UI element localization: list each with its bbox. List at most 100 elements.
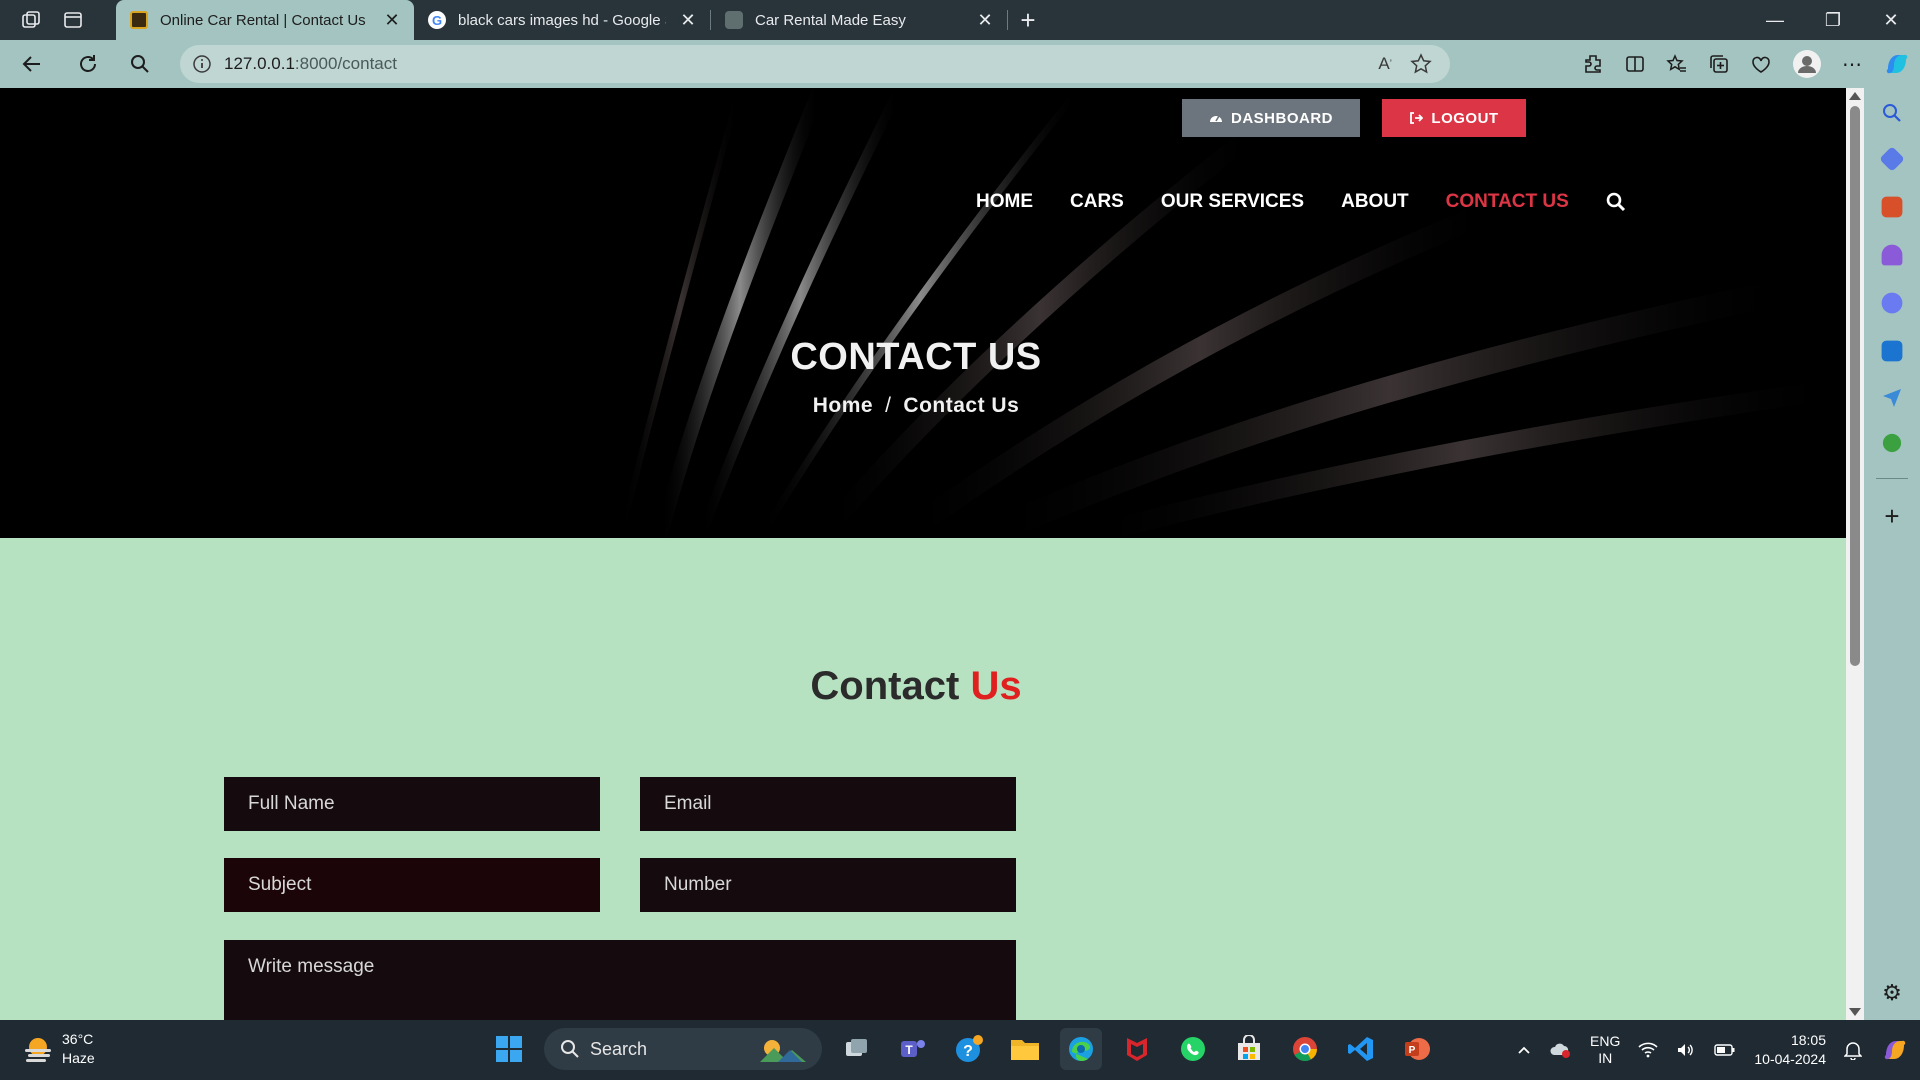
site-info-icon[interactable] bbox=[180, 54, 224, 74]
language-indicator[interactable]: ENG IN bbox=[1590, 1033, 1620, 1067]
minimize-button[interactable]: — bbox=[1746, 0, 1804, 40]
copilot-icon[interactable] bbox=[1882, 49, 1912, 79]
main-navigation: HOME CARS OUR SERVICES ABOUT CONTACT US bbox=[976, 191, 1626, 213]
svg-text:P: P bbox=[1409, 1045, 1416, 1056]
region-code: IN bbox=[1598, 1050, 1613, 1066]
url-text[interactable]: 127.0.0.1:8000/contact bbox=[224, 54, 1378, 74]
page-scrollbar[interactable] bbox=[1846, 88, 1864, 1020]
nav-our-services[interactable]: OUR SERVICES bbox=[1161, 191, 1304, 213]
message-textarea[interactable]: Write message bbox=[224, 940, 1016, 1020]
sidebar-settings-icon[interactable]: ⚙ bbox=[1882, 980, 1902, 1006]
restore-button[interactable]: ❐ bbox=[1804, 0, 1862, 40]
sidebar-copilot-icon[interactable] bbox=[1881, 292, 1903, 314]
get-help-icon[interactable]: ? bbox=[948, 1028, 990, 1070]
search-tab-icon[interactable] bbox=[116, 44, 164, 84]
copilot-taskbar-icon[interactable] bbox=[1880, 1035, 1910, 1065]
sidebar-send-icon[interactable] bbox=[1881, 386, 1903, 408]
edge-browser-icon[interactable] bbox=[1060, 1028, 1102, 1070]
tabstrip-leading bbox=[0, 0, 116, 40]
close-window-button[interactable]: ✕ bbox=[1862, 0, 1920, 40]
windows-start-icon[interactable] bbox=[488, 1028, 530, 1070]
taskbar-search-box[interactable]: Search bbox=[544, 1028, 822, 1070]
browser-toolbar: 127.0.0.1:8000/contact Aʼ ⋯ bbox=[0, 40, 1920, 88]
taskbar-search-label: Search bbox=[590, 1038, 648, 1059]
tab-title: Online Car Rental | Contact Us bbox=[160, 11, 366, 29]
dashboard-gauge-icon bbox=[1209, 111, 1223, 125]
close-tab-icon[interactable]: ✕ bbox=[382, 10, 402, 31]
tab-actions-icon[interactable] bbox=[62, 9, 84, 31]
tab-google-search[interactable]: G black cars images hd - Google Se ✕ bbox=[414, 0, 710, 40]
microsoft-store-icon[interactable] bbox=[1228, 1028, 1270, 1070]
number-field[interactable]: Number bbox=[640, 858, 1016, 912]
sidebar-tools-icon[interactable] bbox=[1881, 196, 1903, 218]
mcafee-icon[interactable] bbox=[1116, 1028, 1158, 1070]
collections-icon[interactable] bbox=[1708, 53, 1730, 75]
scroll-thumb[interactable] bbox=[1850, 106, 1860, 666]
back-button[interactable] bbox=[8, 44, 56, 84]
sidebar-separator bbox=[1876, 478, 1908, 479]
wifi-icon[interactable] bbox=[1638, 1042, 1658, 1058]
tab-title: black cars images hd - Google Se bbox=[458, 11, 666, 29]
new-tab-button[interactable]: + bbox=[1008, 0, 1048, 40]
sidebar-add-icon[interactable]: + bbox=[1884, 501, 1899, 532]
scroll-down-arrow[interactable] bbox=[1849, 1008, 1861, 1016]
teams-icon[interactable]: T bbox=[892, 1028, 934, 1070]
tab-online-car-rental[interactable]: Online Car Rental | Contact Us ✕ bbox=[116, 0, 414, 40]
read-aloud-icon[interactable]: Aʼ bbox=[1378, 53, 1392, 75]
clock[interactable]: 18:05 10-04-2024 bbox=[1754, 1031, 1826, 1069]
split-screen-icon[interactable] bbox=[1624, 53, 1646, 75]
nav-contact-us[interactable]: CONTACT US bbox=[1446, 191, 1569, 213]
volume-icon[interactable] bbox=[1676, 1042, 1696, 1058]
dashboard-label: DASHBOARD bbox=[1231, 109, 1333, 127]
title-main: Contact bbox=[810, 664, 960, 708]
logout-button[interactable]: LOGOUT bbox=[1382, 99, 1526, 137]
breadcrumb: Home / Contact Us bbox=[0, 394, 1832, 418]
close-tab-icon[interactable]: ✕ bbox=[678, 10, 698, 31]
browser-essentials-icon[interactable] bbox=[1750, 53, 1772, 75]
profile-avatar-icon[interactable] bbox=[1792, 49, 1822, 79]
breadcrumb-home[interactable]: Home bbox=[813, 394, 873, 417]
subject-field[interactable]: Subject bbox=[224, 858, 600, 912]
window-controls: — ❐ ✕ bbox=[1746, 0, 1920, 40]
weather-widget[interactable]: 36°C Haze bbox=[22, 1030, 95, 1068]
sidebar-tree-icon[interactable] bbox=[1882, 433, 1902, 453]
favorites-icon[interactable] bbox=[1666, 53, 1688, 75]
sidebar-outlook-icon[interactable] bbox=[1881, 340, 1903, 362]
url-host: 127.0.0.1 bbox=[224, 54, 295, 73]
more-menu-icon[interactable]: ⋯ bbox=[1842, 52, 1862, 77]
hero-title: CONTACT US bbox=[790, 336, 1042, 378]
nav-cars[interactable]: CARS bbox=[1070, 191, 1124, 213]
refresh-button[interactable] bbox=[64, 44, 112, 84]
sidebar-search-icon[interactable] bbox=[1881, 102, 1903, 124]
search-icon[interactable] bbox=[1606, 192, 1626, 212]
clock-date: 10-04-2024 bbox=[1754, 1051, 1826, 1067]
onedrive-error-icon[interactable] bbox=[1550, 1041, 1572, 1059]
vscode-icon[interactable] bbox=[1340, 1028, 1382, 1070]
extensions-icon[interactable] bbox=[1582, 53, 1604, 75]
file-explorer-icon[interactable] bbox=[1004, 1028, 1046, 1070]
nav-home[interactable]: HOME bbox=[976, 191, 1033, 213]
sidebar-shopping-icon[interactable] bbox=[1879, 146, 1905, 172]
sidebar-games-icon[interactable] bbox=[1881, 244, 1903, 266]
scroll-up-arrow[interactable] bbox=[1849, 92, 1861, 100]
workspaces-icon[interactable] bbox=[20, 9, 42, 31]
email-field[interactable]: Email bbox=[640, 777, 1016, 831]
powerpoint-icon[interactable]: P bbox=[1396, 1028, 1438, 1070]
battery-icon[interactable] bbox=[1714, 1043, 1736, 1057]
breadcrumb-current: Contact Us bbox=[903, 394, 1020, 417]
whatsapp-icon[interactable] bbox=[1172, 1028, 1214, 1070]
nav-about[interactable]: ABOUT bbox=[1341, 191, 1409, 213]
favorite-star-icon[interactable] bbox=[1410, 53, 1432, 75]
task-view-icon[interactable] bbox=[836, 1028, 878, 1070]
chevron-up-icon[interactable] bbox=[1516, 1042, 1532, 1058]
tab-car-rental-made-easy[interactable]: Car Rental Made Easy ✕ bbox=[711, 0, 1007, 40]
full-name-field[interactable]: Full Name bbox=[224, 777, 600, 831]
taskbar-apps: Search T ? P bbox=[488, 1028, 1438, 1070]
chrome-icon[interactable] bbox=[1284, 1028, 1326, 1070]
notifications-bell-icon[interactable] bbox=[1844, 1040, 1862, 1060]
dashboard-button[interactable]: DASHBOARD bbox=[1182, 99, 1360, 137]
close-tab-icon[interactable]: ✕ bbox=[975, 10, 995, 31]
address-bar[interactable]: 127.0.0.1:8000/contact Aʼ bbox=[180, 45, 1450, 83]
language-code: ENG bbox=[1590, 1033, 1621, 1049]
windows-taskbar: 36°C Haze Search T ? P ENG IN 18:05 10-0… bbox=[0, 1020, 1920, 1080]
